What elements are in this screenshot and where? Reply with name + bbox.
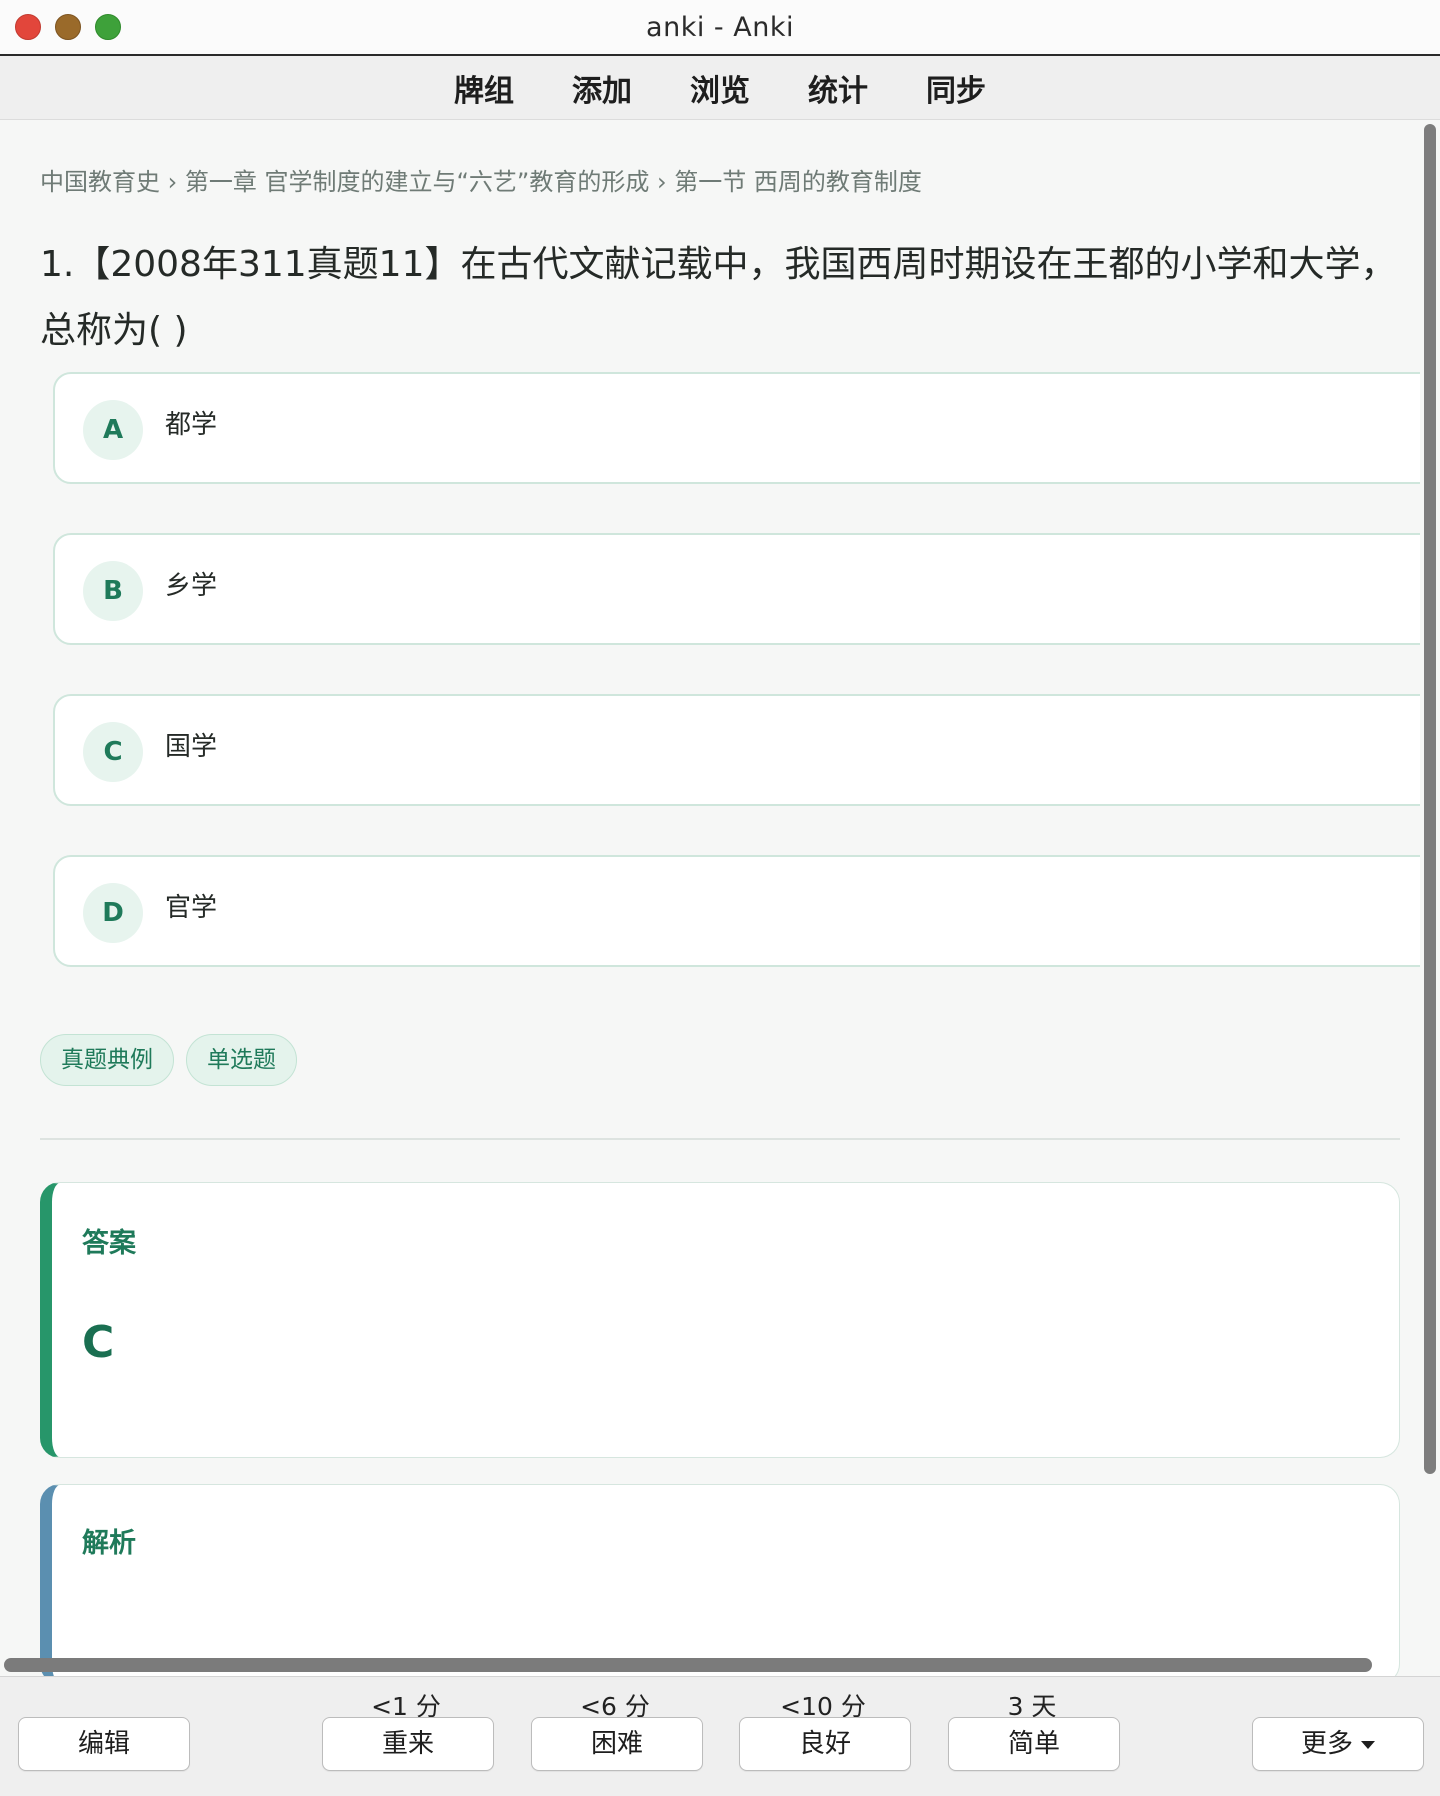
breadcrumb: 中国教育史 › 第一章 官学制度的建立与“六艺”教育的形成 › 第一节 西周的教… [40, 168, 922, 196]
option-text: 都学 [165, 410, 218, 440]
tag-chip[interactable]: 单选题 [186, 1034, 297, 1086]
toolbar-stats[interactable]: 统计 [808, 66, 868, 110]
window-title: anki - Anki [646, 12, 794, 43]
answer-title: 答案 [82, 1228, 136, 1259]
option-b[interactable]: B 乡学 [53, 533, 1420, 645]
question-text: 1.【2008年311真题11】在古代文献记载中，我国西周时期设在王都的小学和大… [40, 244, 1397, 351]
tag-chip[interactable]: 真题典例 [40, 1034, 174, 1086]
option-a[interactable]: A 都学 [53, 372, 1420, 484]
easy-button[interactable]: 简单 [948, 1717, 1120, 1771]
option-letter-badge: B [83, 561, 143, 621]
answer-card: 答案 C [40, 1182, 1400, 1458]
answer-value: C [82, 1317, 115, 1368]
edit-button[interactable]: 编辑 [18, 1717, 190, 1771]
analysis-card: 解析 [40, 1484, 1400, 1676]
more-label: 更多 [1300, 1729, 1353, 1759]
main-toolbar: 牌组 添加 浏览 统计 同步 [0, 56, 1440, 120]
option-d[interactable]: D 官学 [53, 855, 1420, 967]
toolbar-sync[interactable]: 同步 [926, 66, 986, 110]
vertical-scrollbar[interactable] [1424, 124, 1436, 1474]
option-text: 官学 [165, 893, 218, 923]
toolbar-add[interactable]: 添加 [572, 66, 632, 110]
option-letter-badge: A [83, 400, 143, 460]
again-button[interactable]: 重来 [322, 1717, 494, 1771]
title-bar: anki - Anki [0, 0, 1440, 56]
option-letter-badge: D [83, 883, 143, 943]
option-text: 国学 [165, 732, 218, 762]
toolbar-decks[interactable]: 牌组 [454, 66, 514, 110]
toolbar-browse[interactable]: 浏览 [690, 66, 750, 110]
review-bottom-bar: <1 分 <6 分 <10 分 3 天 编辑 重来 困难 良好 简单 更多 [0, 1676, 1440, 1796]
caret-down-icon [1361, 1740, 1375, 1749]
good-button[interactable]: 良好 [739, 1717, 911, 1771]
option-letter-badge: C [83, 722, 143, 782]
card-view[interactable]: 中国教育史 › 第一章 官学制度的建立与“六艺”教育的形成 › 第一节 西周的教… [0, 120, 1420, 1676]
option-text: 乡学 [165, 571, 218, 601]
more-button[interactable]: 更多 [1252, 1717, 1424, 1771]
horizontal-scrollbar[interactable] [4, 1658, 1372, 1672]
option-c[interactable]: C 国学 [53, 694, 1420, 806]
anki-window: anki - Anki 牌组 添加 浏览 统计 同步 中国教育史 › 第一章 官… [0, 0, 1440, 1796]
hard-button[interactable]: 困难 [531, 1717, 703, 1771]
analysis-title: 解析 [82, 1528, 136, 1559]
answer-divider [40, 1138, 1400, 1140]
